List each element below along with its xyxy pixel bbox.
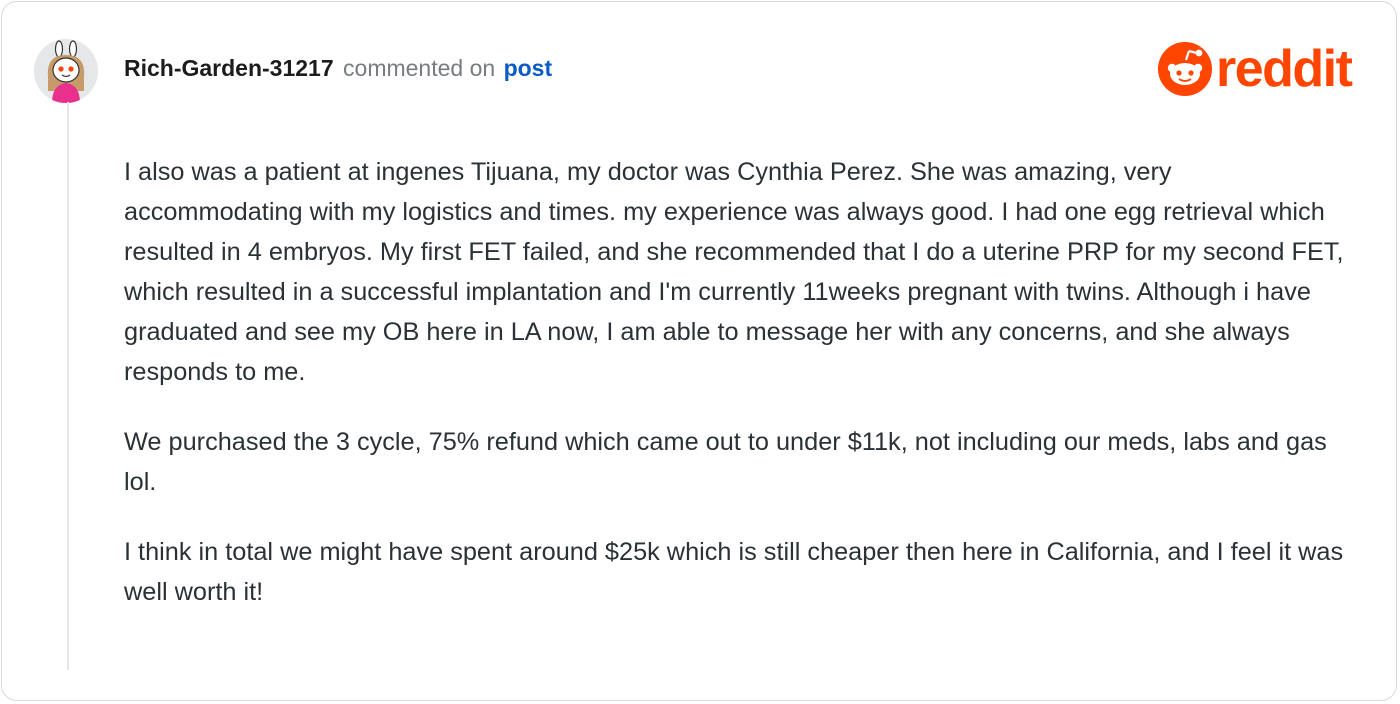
comment-card: Rich-Garden-31217 commented on post redd… (1, 1, 1397, 701)
reddit-snoo-icon (1158, 42, 1212, 96)
comment-paragraph: We purchased the 3 cycle, 75% refund whi… (124, 428, 1327, 496)
comment-body: I also was a patient at ingenes Tijuana,… (124, 152, 1349, 642)
post-link[interactable]: post (504, 55, 553, 81)
comment-header: Rich-Garden-31217 commented on post (124, 54, 552, 82)
comment-paragraph: I also was a patient at ingenes Tijuana,… (124, 158, 1344, 386)
action-text: commented on (343, 55, 496, 81)
user-avatar[interactable] (34, 39, 98, 103)
comment-paragraph: I think in total we might have spent aro… (124, 538, 1344, 606)
username[interactable]: Rich-Garden-31217 (124, 55, 334, 81)
reddit-logo[interactable]: reddit (1158, 40, 1353, 98)
reddit-wordmark: reddit (1216, 40, 1353, 98)
user-avatar-icon (34, 39, 98, 103)
thread-line (67, 102, 69, 670)
